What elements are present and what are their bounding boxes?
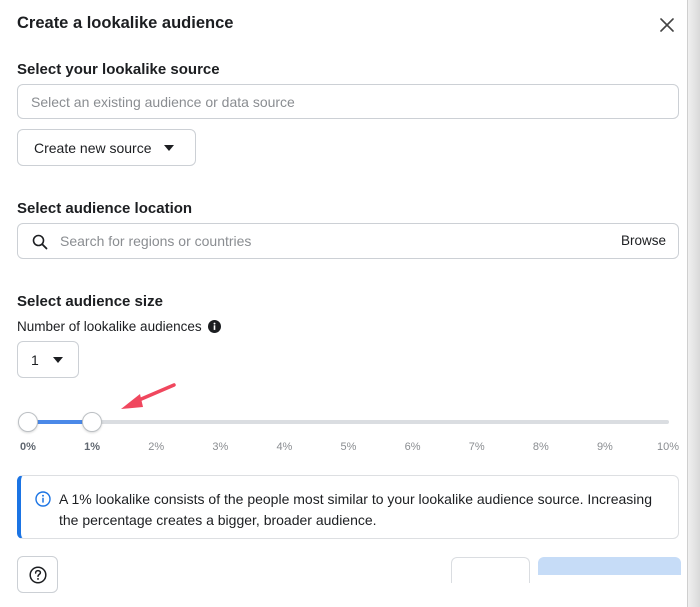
- help-button[interactable]: [17, 556, 58, 593]
- window-edge: [687, 0, 700, 607]
- info-callout: A 1% lookalike consists of the people mo…: [17, 475, 679, 539]
- slider-tick-label: 1%: [84, 441, 101, 453]
- slider-tick-label: 7%: [468, 441, 485, 453]
- slider-tick-label: 6%: [404, 441, 421, 453]
- slider-tick-label: 8%: [532, 441, 549, 453]
- lookalike-count-label: Number of lookalike audiences: [17, 319, 202, 334]
- location-search-input[interactable]: [58, 224, 578, 258]
- info-text: A 1% lookalike consists of the people mo…: [59, 491, 652, 528]
- close-icon: [660, 18, 674, 32]
- info-circle-icon: [35, 491, 51, 507]
- annotation-arrow-icon: [121, 383, 176, 409]
- source-input[interactable]: [18, 85, 678, 118]
- slider-tick-label: 4%: [276, 441, 293, 453]
- slider-max-handle[interactable]: [82, 412, 103, 432]
- slider-tick-label: 2%: [148, 441, 165, 453]
- caret-down-icon: [163, 144, 174, 151]
- close-button[interactable]: [656, 14, 678, 36]
- slider-min-handle[interactable]: [18, 412, 38, 432]
- create-new-source-label: Create new source: [34, 139, 152, 156]
- cancel-button[interactable]: [451, 557, 530, 583]
- info-icon[interactable]: [207, 320, 221, 333]
- browse-button[interactable]: Browse: [621, 233, 666, 248]
- lookalike-count-value: 1: [31, 351, 39, 368]
- source-heading: Select your lookalike source: [17, 61, 220, 78]
- create-button[interactable]: [538, 557, 681, 575]
- source-field[interactable]: [17, 84, 679, 119]
- slider-tick-label: 10%: [656, 441, 680, 453]
- slider-tick-label: 3%: [212, 441, 229, 453]
- location-search-field[interactable]: Browse: [17, 223, 679, 259]
- slider-tick-label: 5%: [340, 441, 357, 453]
- caret-down-icon: [52, 356, 63, 363]
- lookalike-count-label-row: Number of lookalike audiences: [17, 319, 221, 334]
- lookalike-count-dropdown[interactable]: 1: [17, 341, 79, 378]
- slider-tick-label: 0%: [20, 441, 36, 453]
- audience-size-slider-track[interactable]: [28, 420, 669, 424]
- slider-tick-label: 9%: [596, 441, 613, 453]
- dialog-title: Create a lookalike audience: [17, 14, 234, 32]
- location-heading: Select audience location: [17, 200, 193, 217]
- search-icon: [32, 234, 48, 250]
- create-new-source-button[interactable]: Create new source: [17, 129, 196, 166]
- question-icon: [28, 565, 47, 584]
- size-heading: Select audience size: [17, 293, 163, 310]
